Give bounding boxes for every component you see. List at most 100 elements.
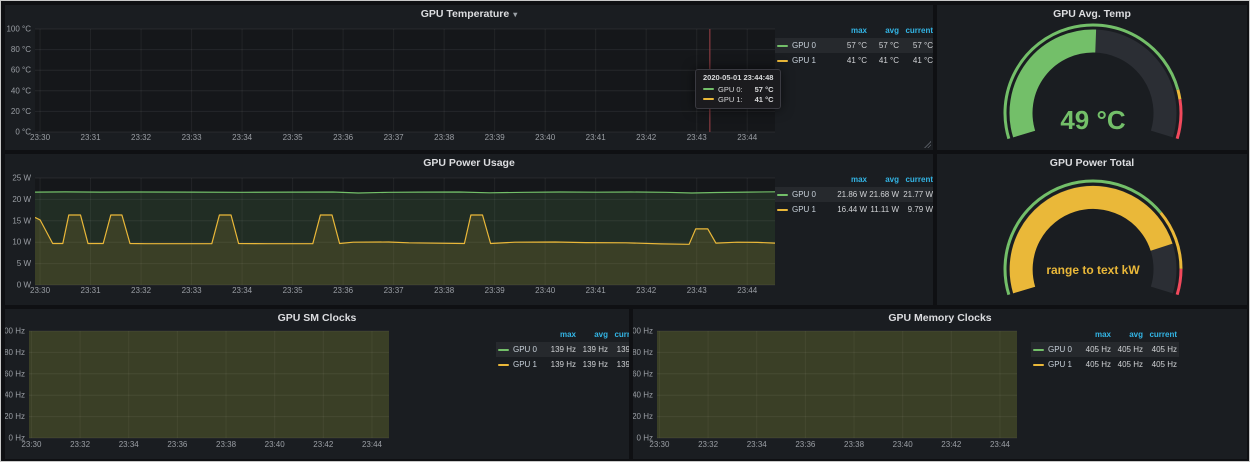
gpu-temperature-legend: maxavgcurrentGPU 057 °C57 °C57 °CGPU 141… <box>775 23 933 68</box>
panel-title-text: GPU Power Usage <box>423 157 515 169</box>
panel-resize-handle[interactable] <box>924 141 931 148</box>
legend-value: 57 °C <box>899 38 933 53</box>
gpu-avg-temp-gauge: 49 °C <box>937 5 1247 150</box>
legend-series-name[interactable]: GPU 1 <box>1048 357 1072 372</box>
legend-series-name[interactable]: GPU 1 <box>792 202 816 217</box>
panel-title-gpu-memory-clocks[interactable]: GPU Memory Clocks <box>888 312 991 324</box>
grafana-dashboard: GPU Temperature ▾ 0 °C20 °C40 °C60 °C80 … <box>0 0 1250 462</box>
legend-header-row: maxavgcurrent <box>775 172 933 187</box>
panel-gpu-power-total: GPU Power Total range to text kW <box>937 154 1247 305</box>
panel-title-text: GPU Memory Clocks <box>888 312 991 324</box>
panel-title-text: GPU Avg. Temp <box>1053 8 1131 20</box>
legend-value: 139 Hz <box>576 342 608 357</box>
panel-title-gpu-power-usage[interactable]: GPU Power Usage <box>423 157 515 169</box>
x-axis-tick-label: 23:32 <box>698 440 719 449</box>
x-axis-tick-label: 23:41 <box>586 133 607 142</box>
panel-title-gpu-sm-clocks[interactable]: GPU SM Clocks <box>278 312 357 324</box>
legend-value: 405 Hz <box>1143 357 1177 372</box>
tooltip-series-value: 57 °C <box>755 85 774 94</box>
legend-series-name[interactable]: GPU 0 <box>513 342 537 357</box>
series-color-dash-icon <box>1033 349 1044 351</box>
gpu-sm-clocks-legend: maxavgcurrentGPU 0139 Hz139 Hz139 HzGPU … <box>496 327 629 372</box>
y-axis-tick-label: 20 W <box>12 195 31 204</box>
legend-series-name[interactable]: GPU 1 <box>513 357 537 372</box>
legend-header-avg[interactable]: avg <box>867 23 899 38</box>
x-axis-tick-label: 23:31 <box>81 133 102 142</box>
x-axis-tick-label: 23:33 <box>182 286 203 295</box>
x-axis-tick-label: 23:35 <box>283 286 304 295</box>
x-axis-tick-label: 23:38 <box>434 133 455 142</box>
series-color-dash-icon <box>498 364 509 366</box>
y-axis-tick-label: 80 °C <box>11 45 31 54</box>
panel-title-gpu-temperature[interactable]: GPU Temperature ▾ <box>421 8 518 20</box>
x-axis-tick-label: 23:32 <box>131 133 152 142</box>
x-axis-tick-label: 23:34 <box>119 440 140 449</box>
legend-value: 41 °C <box>827 53 867 68</box>
x-axis-tick-label: 23:44 <box>737 286 758 295</box>
legend-row: GPU 021.86 W21.68 W21.77 W <box>775 187 933 202</box>
panel-title-gpu-power-total[interactable]: GPU Power Total <box>1050 157 1134 169</box>
series-color-dash-icon <box>777 45 788 47</box>
legend-value: 9.79 W <box>899 202 933 217</box>
y-axis-tick-label: 100 °C <box>6 25 31 34</box>
y-axis-tick-label: 5 W <box>17 259 32 268</box>
legend-row: GPU 0405 Hz405 Hz405 Hz <box>1031 342 1179 357</box>
x-axis-tick-label: 23:36 <box>333 286 354 295</box>
x-axis-tick-label: 23:34 <box>232 133 253 142</box>
legend-row: GPU 1405 Hz405 Hz405 Hz <box>1031 357 1179 372</box>
panel-gpu-power-usage: GPU Power Usage 0 W5 W10 W15 W20 W25 W23… <box>5 154 933 305</box>
legend-value: 139 Hz <box>608 342 629 357</box>
legend-series-name[interactable]: GPU 0 <box>1048 342 1072 357</box>
panel-header: GPU Power Total <box>937 154 1247 172</box>
legend-value: 57 °C <box>867 38 899 53</box>
legend-row: GPU 141 °C41 °C41 °C <box>775 53 933 68</box>
tooltip-series-value: 41 °C <box>755 95 774 104</box>
x-axis-tick-label: 23:40 <box>535 133 556 142</box>
x-axis-tick-label: 23:35 <box>283 133 304 142</box>
legend-series-name[interactable]: GPU 0 <box>792 38 816 53</box>
legend-header-current[interactable]: current <box>899 172 933 187</box>
panel-title-text: GPU SM Clocks <box>278 312 357 324</box>
legend-header-max[interactable]: max <box>827 172 867 187</box>
x-axis-tick-label: 23:38 <box>844 440 865 449</box>
legend-header-avg[interactable]: avg <box>576 327 608 342</box>
y-axis-tick-label: 0 °C <box>15 128 31 137</box>
legend-header-current[interactable]: current <box>608 327 629 342</box>
legend-header-current[interactable]: current <box>899 23 933 38</box>
panel-title-gpu-avg-temp[interactable]: GPU Avg. Temp <box>1053 8 1131 20</box>
legend-value: 41 °C <box>867 53 899 68</box>
legend-value: 57 °C <box>827 38 867 53</box>
legend-value: 405 Hz <box>1143 342 1177 357</box>
legend-series-name[interactable]: GPU 1 <box>792 53 816 68</box>
x-axis-tick-label: 23:44 <box>990 440 1011 449</box>
panel-gpu-sm-clocks: GPU SM Clocks 0 Hz20 Hz40 Hz60 Hz80 Hz10… <box>5 309 629 459</box>
legend-value: 21.86 W <box>827 187 867 202</box>
legend-header-max[interactable]: max <box>542 327 576 342</box>
legend-header-row: maxavgcurrent <box>1031 327 1179 342</box>
series-color-dash-icon <box>1033 364 1044 366</box>
panel-title-text: GPU Temperature <box>421 8 510 20</box>
gauge-value-text: 49 °C <box>1060 105 1126 135</box>
legend-header-max[interactable]: max <box>827 23 867 38</box>
y-axis-tick-label: 60 Hz <box>5 369 25 378</box>
legend-series-name[interactable]: GPU 0 <box>792 187 816 202</box>
x-axis-tick-label: 23:32 <box>131 286 152 295</box>
x-axis-tick-label: 23:38 <box>216 440 237 449</box>
legend-header-max[interactable]: max <box>1077 327 1111 342</box>
legend-value: 139 Hz <box>542 342 576 357</box>
x-axis-tick-label: 23:36 <box>333 133 354 142</box>
legend-header-avg[interactable]: avg <box>1111 327 1143 342</box>
x-axis-tick-label: 23:36 <box>167 440 188 449</box>
x-axis-tick-label: 23:30 <box>649 440 670 449</box>
x-axis-tick-label: 23:37 <box>384 133 405 142</box>
series-color-dash-icon <box>777 60 788 62</box>
x-axis-tick-label: 23:42 <box>313 440 334 449</box>
panel-header: GPU SM Clocks <box>5 309 629 327</box>
legend-row: GPU 1139 Hz139 Hz139 Hz <box>496 357 629 372</box>
legend-header-avg[interactable]: avg <box>867 172 899 187</box>
y-axis-tick-label: 60 Hz <box>633 369 653 378</box>
panel-header: GPU Power Usage <box>5 154 933 172</box>
gauge-value-text: range to text kW <box>1046 263 1140 277</box>
legend-header-current[interactable]: current <box>1143 327 1177 342</box>
legend-row: GPU 057 °C57 °C57 °C <box>775 38 933 53</box>
